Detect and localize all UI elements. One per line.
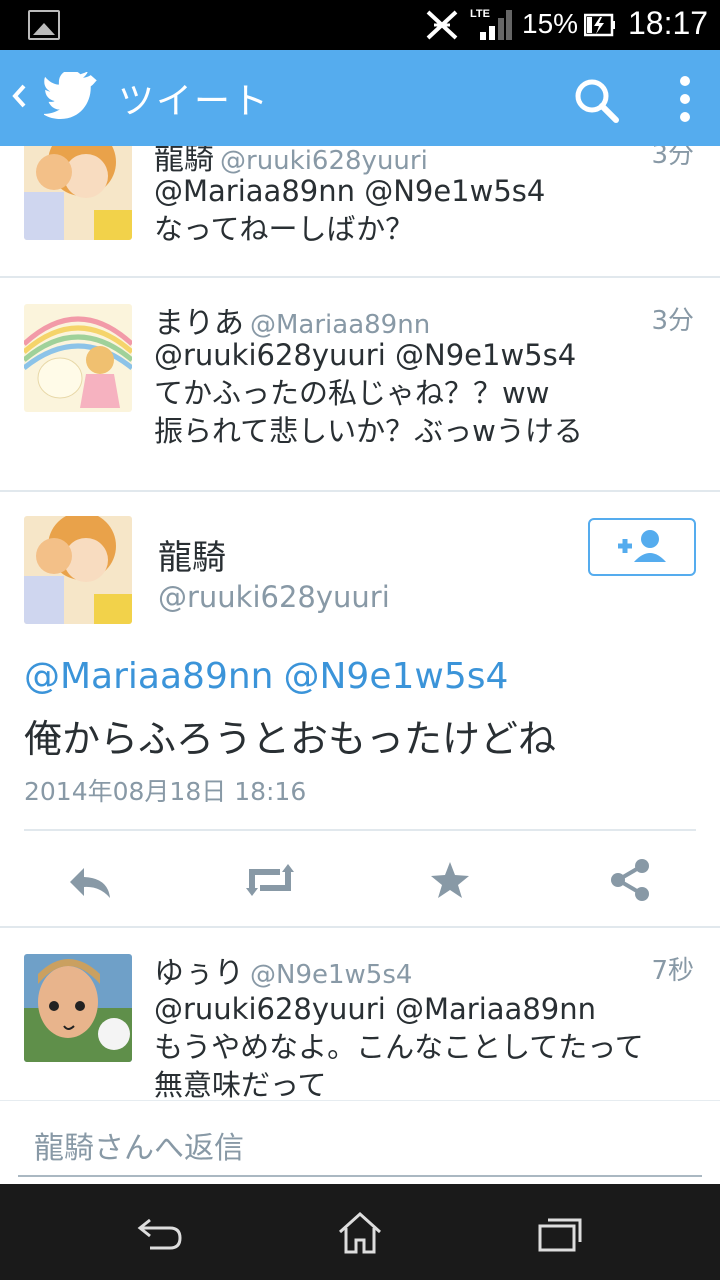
add-user-icon bbox=[618, 530, 666, 562]
nav-recents-icon[interactable] bbox=[530, 1208, 590, 1256]
app-bar: ツイート bbox=[0, 50, 720, 146]
avatar[interactable] bbox=[24, 516, 132, 624]
tweet-line: なってねーしばか？ bbox=[154, 212, 415, 246]
tweet-line: @ruuki628yuuri @N9e1w5s4 bbox=[154, 338, 577, 372]
tweet-time: 3分 bbox=[651, 306, 694, 336]
tweet-time: 7秒 bbox=[651, 956, 694, 986]
tweet-line: もうやめなよ。こんなことしてたって bbox=[154, 1030, 644, 1064]
tweet-text: @ruuki628yuuri @N9e1w5s4 てかふったの私じゃね？？ww … bbox=[154, 336, 704, 450]
reply-icon[interactable] bbox=[60, 850, 120, 910]
avatar[interactable] bbox=[24, 304, 132, 412]
twitter-bird-icon[interactable] bbox=[44, 72, 98, 120]
gallery-notification-icon bbox=[28, 10, 60, 40]
tweet-text: 俺からふろうとおもったけどね bbox=[24, 717, 557, 761]
follow-button[interactable] bbox=[588, 518, 696, 576]
svg-text:LTE: LTE bbox=[470, 8, 490, 20]
mention-link[interactable]: @N9e1w5s4 bbox=[284, 656, 509, 697]
tweet-row[interactable]: 龍騎 @ruuki628yuuri 3分 @Mariaa89nn @N9e1w5s… bbox=[0, 146, 720, 278]
tweet-line: てかふったの私じゃね？？ww bbox=[154, 376, 550, 410]
battery-percent: 15% bbox=[522, 8, 579, 39]
reply-bar bbox=[0, 1100, 720, 1184]
system-nav-bar bbox=[0, 1184, 720, 1280]
tweet-row[interactable]: ゆぅり @N9e1w5s4 7秒 @ruuki628yuuri @Mariaa89… bbox=[0, 928, 720, 1100]
battery-icon bbox=[584, 13, 615, 37]
status-bar: LTE 15% 18:17 bbox=[0, 0, 720, 50]
tweet-timestamp: 2014年08月18日 18:16 bbox=[24, 777, 307, 806]
reply-input[interactable] bbox=[18, 1121, 702, 1177]
tweet-text: @ruuki628yuuri @Mariaa89nn もうやめなよ。こんなことし… bbox=[154, 990, 704, 1100]
author-handle[interactable]: @ruuki628yuuri bbox=[158, 580, 390, 614]
nfc-icon bbox=[426, 10, 458, 40]
tweet-row[interactable]: まりあ @Mariaa89nn 3分 @ruuki628yuuri @N9e1w5… bbox=[0, 278, 720, 492]
author-name[interactable]: 龍騎 bbox=[158, 530, 226, 579]
tweet-actions bbox=[0, 832, 720, 928]
back-chevron-icon[interactable] bbox=[8, 76, 32, 116]
mention-link[interactable]: @Mariaa89nn bbox=[24, 656, 274, 697]
tweet-time: 3分 bbox=[651, 146, 694, 170]
search-icon[interactable] bbox=[572, 76, 620, 124]
retweet-icon[interactable] bbox=[240, 850, 300, 910]
overflow-menu-icon[interactable] bbox=[674, 74, 696, 124]
favorite-star-icon[interactable] bbox=[420, 850, 480, 910]
page-title: ツイート bbox=[118, 81, 271, 122]
tweet-author: ゆぅり @N9e1w5s4 bbox=[154, 948, 412, 992]
tweet-line: 振られて悲しいか？ぶっwうける bbox=[154, 414, 583, 448]
nav-back-icon[interactable] bbox=[130, 1208, 190, 1256]
tweet-line: 無意味だって bbox=[154, 1068, 327, 1100]
tweet-line: @ruuki628yuuri @Mariaa89nn bbox=[154, 992, 596, 1026]
author-handle[interactable]: @N9e1w5s4 bbox=[250, 960, 412, 990]
author-name[interactable]: ゆぅり bbox=[154, 956, 244, 991]
tweet-text: @Mariaa89nn @N9e1w5s4 なってねーしばか？ bbox=[154, 172, 704, 248]
tweet-line: @Mariaa89nn @N9e1w5s4 bbox=[154, 174, 546, 208]
lte-signal-icon: LTE bbox=[470, 8, 512, 40]
nav-home-icon[interactable] bbox=[330, 1208, 390, 1256]
share-icon[interactable] bbox=[600, 850, 660, 910]
avatar[interactable] bbox=[24, 954, 132, 1062]
tweet-mentions: @Mariaa89nn @N9e1w5s4 bbox=[24, 656, 508, 697]
status-clock: 18:17 bbox=[628, 5, 709, 41]
avatar[interactable] bbox=[24, 146, 132, 240]
conversation-timeline[interactable]: 龍騎 @ruuki628yuuri 3分 @Mariaa89nn @N9e1w5s… bbox=[0, 146, 720, 1100]
divider bbox=[24, 829, 696, 831]
